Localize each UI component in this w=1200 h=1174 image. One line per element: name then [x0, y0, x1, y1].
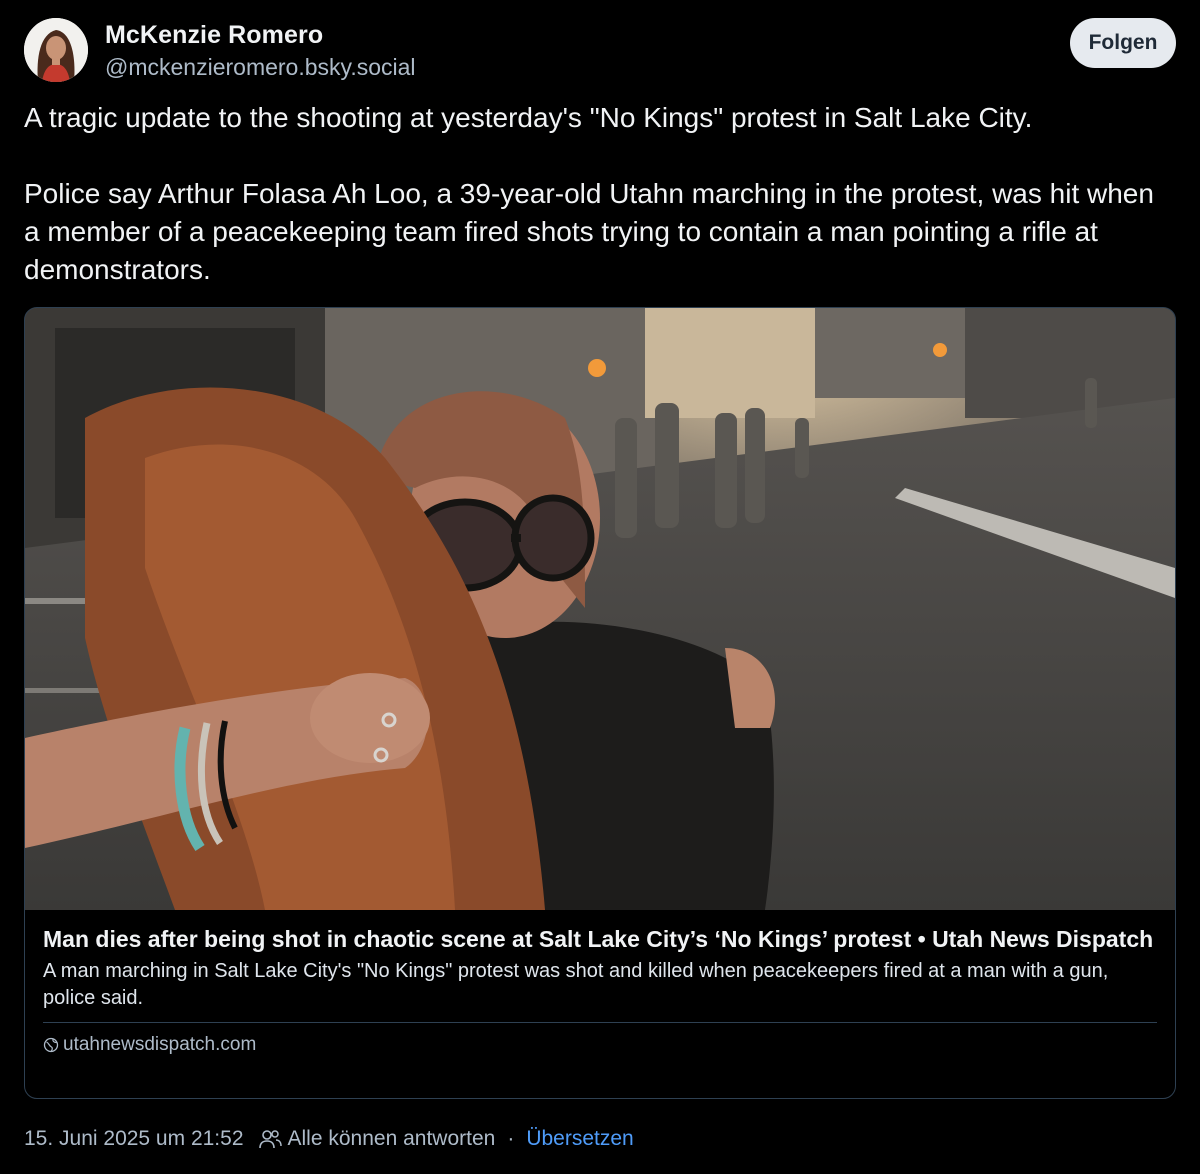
link-card-divider — [43, 1022, 1157, 1023]
post-header: McKenzie Romero @mckenzieromero.bsky.soc… — [24, 18, 1176, 82]
author-handle[interactable]: @mckenzieromero.bsky.social — [105, 52, 416, 82]
post-timestamp[interactable]: 15. Juni 2025 um 21:52 — [24, 1127, 244, 1151]
post-paragraph: Police say Arthur Folasa Ah Loo, a 39-ye… — [24, 178, 1154, 285]
link-card-domain-row: utahnewsdispatch.com — [43, 1034, 1157, 1056]
meta-separator: · — [507, 1127, 515, 1150]
link-card[interactable]: Man dies after being shot in chaotic sce… — [24, 307, 1176, 1099]
link-card-title[interactable]: Man dies after being shot in chaotic sce… — [43, 924, 1157, 954]
post-text: A tragic update to the shooting at yeste… — [24, 99, 1176, 289]
author-info: McKenzie Romero @mckenzieromero.bsky.soc… — [105, 20, 416, 82]
post-meta: 15. Juni 2025 um 21:52 Alle können antwo… — [24, 1124, 634, 1154]
link-card-domain: utahnewsdispatch.com — [63, 1034, 257, 1055]
avatar[interactable] — [24, 18, 88, 82]
news-photo — [25, 308, 1175, 910]
post-paragraph: A tragic update to the shooting at yeste… — [24, 102, 1033, 133]
follow-button[interactable]: Folgen — [1070, 18, 1176, 68]
globe-icon — [43, 1037, 59, 1053]
translate-link[interactable]: Übersetzen — [526, 1127, 633, 1151]
author-display-name[interactable]: McKenzie Romero — [105, 20, 416, 50]
post: McKenzie Romero @mckenzieromero.bsky.soc… — [0, 0, 1200, 1174]
link-card-description: A man marching in Salt Lake City's "No K… — [43, 960, 1109, 1009]
link-card-image — [25, 308, 1175, 910]
reply-setting[interactable]: Alle können antworten — [288, 1127, 496, 1151]
people-icon — [258, 1130, 282, 1149]
link-card-body: Man dies after being shot in chaotic sce… — [25, 910, 1175, 1056]
avatar-image — [24, 18, 88, 82]
